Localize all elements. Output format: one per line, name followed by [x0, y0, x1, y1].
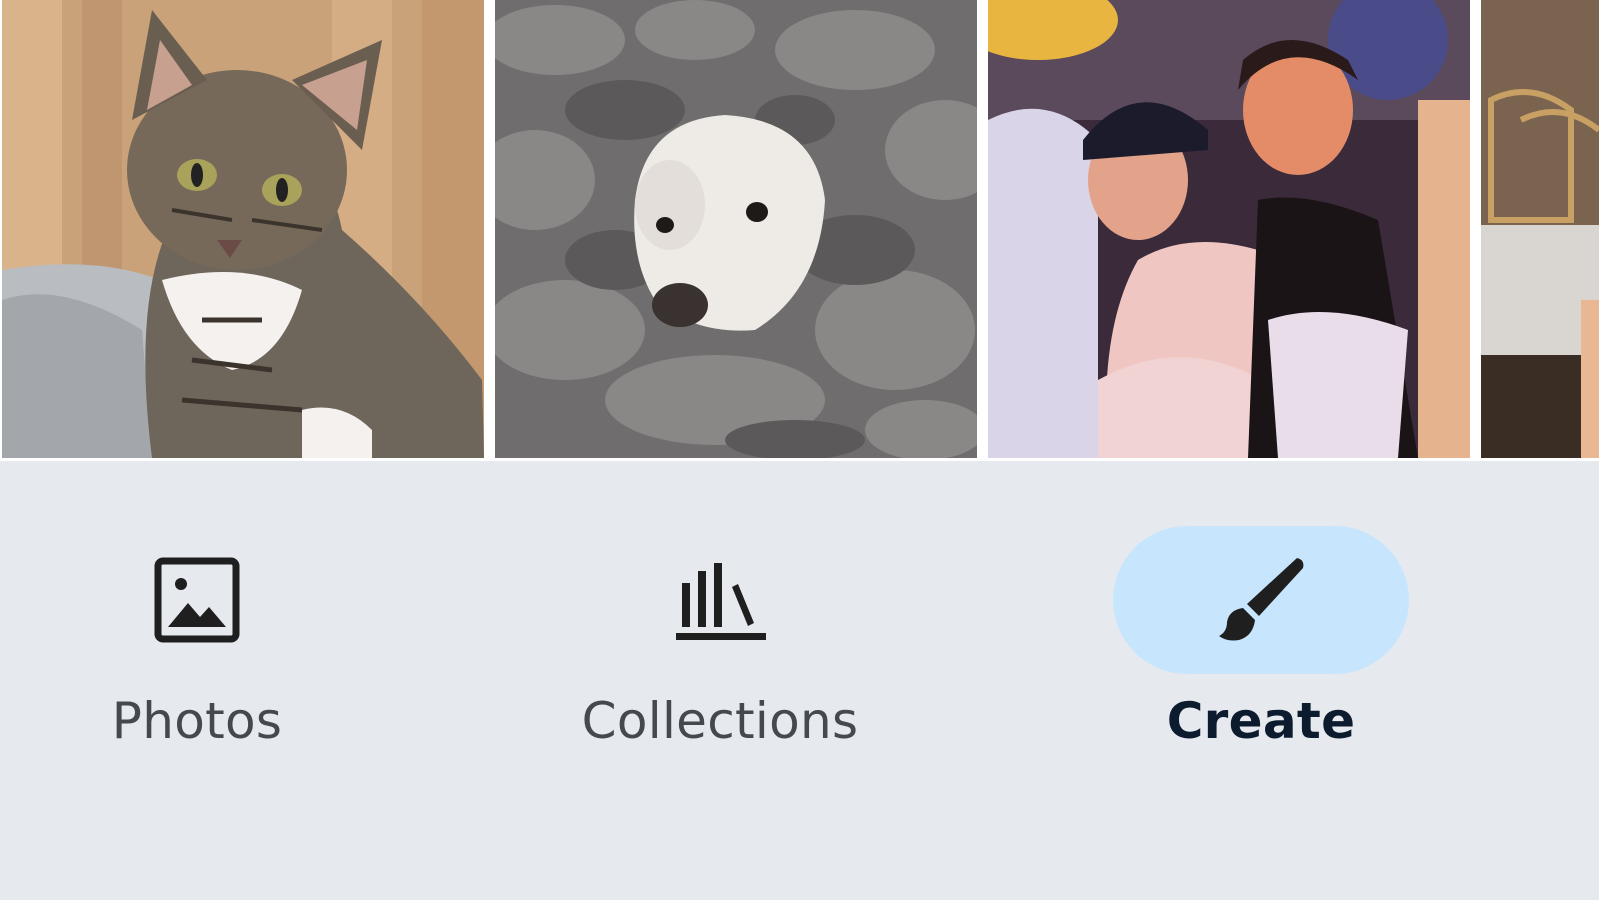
nav-item-collections[interactable]: Collections [570, 526, 870, 766]
photo-thumbnail-dog[interactable] [495, 0, 977, 458]
photo-thumbnail-cafe[interactable] [1481, 0, 1599, 458]
nav-item-create[interactable]: Create [1111, 526, 1411, 766]
photo-strip [0, 0, 1599, 461]
nav-label-photos: Photos [111, 692, 283, 750]
photo-icon [154, 557, 240, 643]
bottom-navigation-bar: Photos Collections Create [0, 472, 1599, 900]
photo-thumbnail-party[interactable] [988, 0, 1470, 458]
nav-item-collections-indicator [572, 526, 868, 674]
cat-photo [2, 0, 484, 458]
brush-icon [1219, 558, 1304, 641]
nav-item-photos[interactable]: Photos [47, 526, 347, 766]
collections-icon [676, 563, 766, 640]
dog-photo [495, 0, 977, 458]
photo-thumbnail-cat[interactable] [2, 0, 484, 458]
nav-label-create: Create [1166, 692, 1356, 750]
nav-item-create-indicator [1113, 526, 1409, 674]
party-photo [988, 0, 1470, 458]
nav-label-collections: Collections [581, 692, 859, 750]
cafe-photo [1481, 0, 1599, 458]
nav-item-photos-indicator [49, 526, 345, 674]
